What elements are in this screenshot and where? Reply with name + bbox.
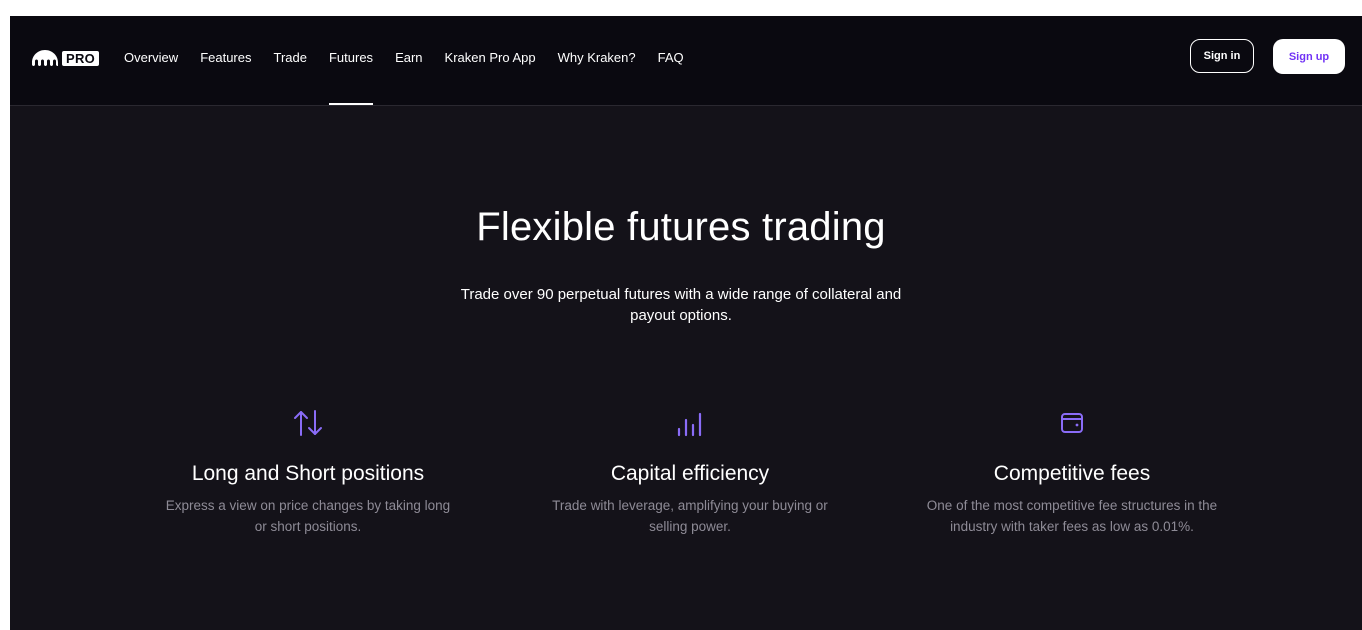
- nav-link-features[interactable]: Features: [200, 49, 251, 67]
- feature-long-short: Long and Short positions Express a view …: [158, 404, 458, 537]
- hero-title: Flexible futures trading: [476, 205, 886, 249]
- nav-link-kraken-pro-app[interactable]: Kraken Pro App: [445, 49, 536, 67]
- feature-capital-efficiency: Capital efficiency Trade with leverage, …: [540, 404, 840, 537]
- top-navigation: PRO Overview Features Trade Futures Earn…: [10, 16, 1362, 106]
- nav-link-futures[interactable]: Futures: [328, 49, 374, 105]
- feature-description: One of the most competitive fee structur…: [926, 498, 1218, 534]
- kraken-logo-icon: [32, 50, 58, 66]
- sign-up-button[interactable]: Sign up: [1273, 39, 1345, 74]
- feature-title: Long and Short positions: [191, 462, 425, 485]
- nav-link-why-kraken[interactable]: Why Kraken?: [558, 49, 636, 67]
- feature-description: Trade with leverage, amplifying your buy…: [552, 498, 828, 534]
- nav-links: Overview Features Trade Futures Earn Kra…: [124, 49, 706, 105]
- arrows-up-down-icon: [294, 410, 322, 436]
- hero-subtitle: Trade over 90 perpetual futures with a w…: [460, 286, 902, 324]
- kraken-pro-logo[interactable]: PRO: [32, 50, 100, 66]
- wallet-icon: [1061, 413, 1083, 433]
- feature-description: Express a view on price changes by takin…: [165, 498, 451, 534]
- feature-title: Competitive fees: [993, 462, 1151, 485]
- nav-link-trade[interactable]: Trade: [274, 49, 307, 67]
- feature-competitive-fees: Competitive fees One of the most competi…: [922, 404, 1222, 537]
- pro-badge: PRO: [62, 50, 100, 66]
- bar-chart-icon: [677, 412, 702, 437]
- feature-title: Capital efficiency: [610, 462, 770, 485]
- nav-link-overview[interactable]: Overview: [124, 49, 178, 67]
- sign-in-button[interactable]: Sign in: [1190, 39, 1254, 73]
- nav-link-earn[interactable]: Earn: [395, 49, 422, 67]
- nav-link-faq[interactable]: FAQ: [658, 49, 684, 67]
